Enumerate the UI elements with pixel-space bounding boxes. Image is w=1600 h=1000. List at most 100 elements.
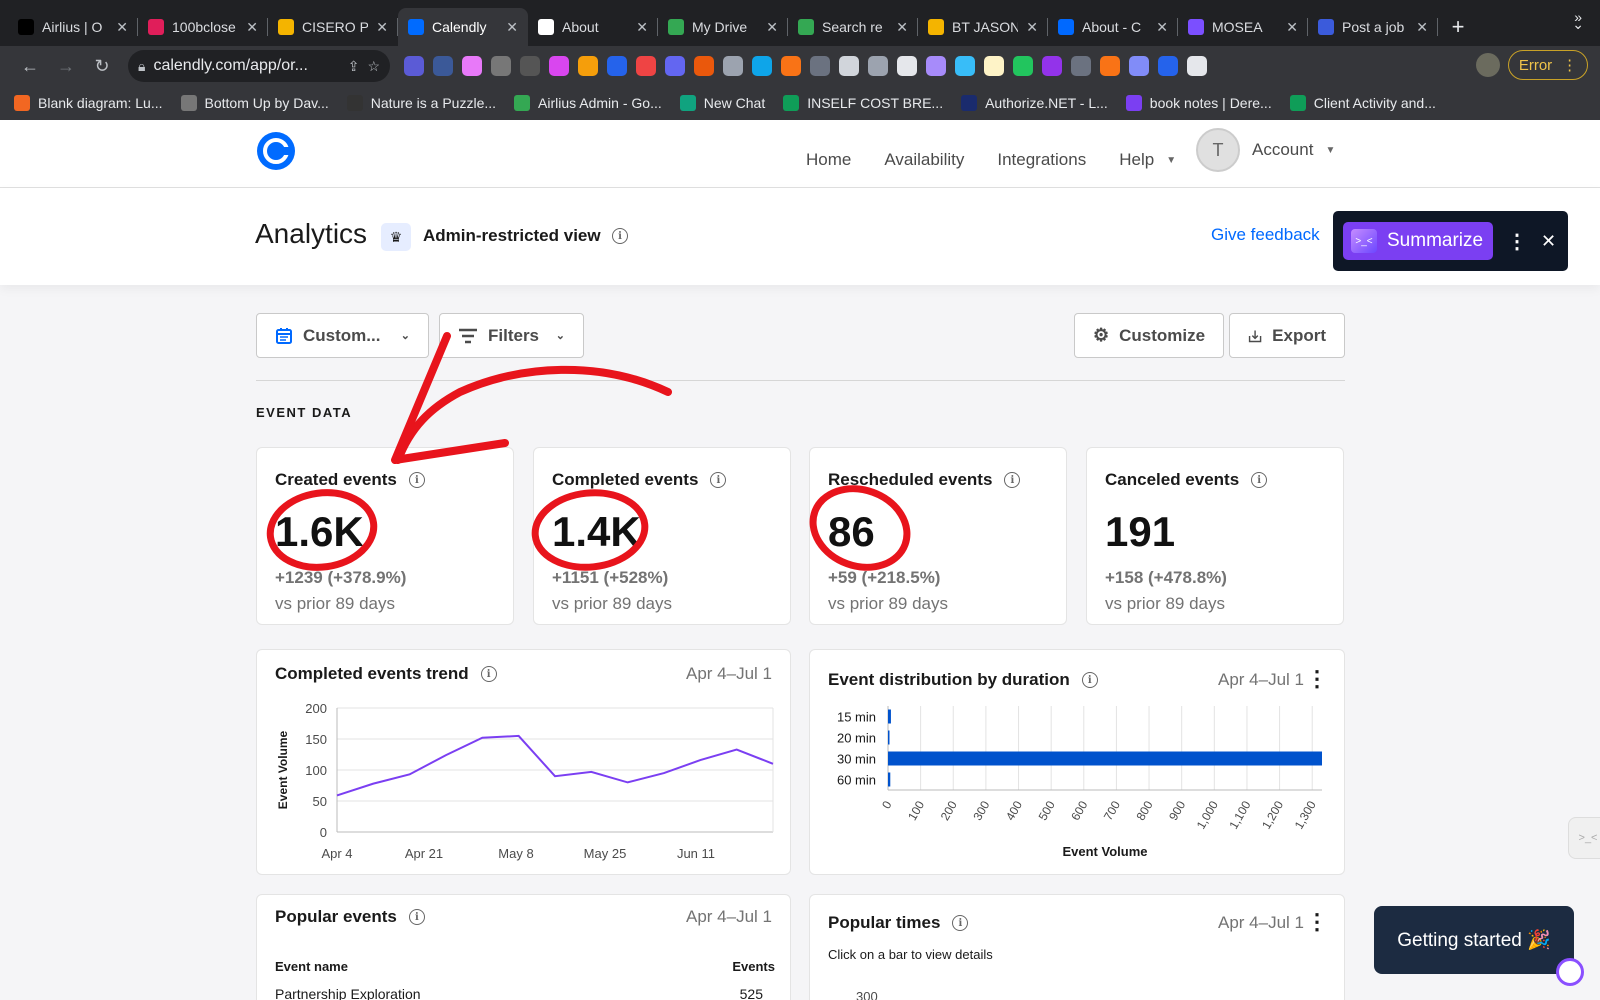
bar[interactable]	[888, 709, 891, 724]
extension-icon[interactable]	[1158, 56, 1178, 76]
reload-icon[interactable]: ↻	[84, 56, 120, 77]
nav-home[interactable]: Home	[806, 150, 851, 170]
filters-button[interactable]: Filters ⌄	[439, 313, 584, 358]
close-icon[interactable]: ✕	[636, 19, 648, 36]
close-icon[interactable]: ✕	[766, 19, 778, 36]
customize-button[interactable]: ⚙ Customize	[1074, 313, 1224, 358]
give-feedback-link[interactable]: Give feedback	[1211, 225, 1320, 245]
browser-tab[interactable]: About - C ✕	[1048, 8, 1178, 46]
extension-icon[interactable]	[1129, 56, 1149, 76]
close-icon[interactable]: ✕	[1026, 19, 1038, 36]
chat-bubble-icon[interactable]	[1556, 958, 1584, 986]
info-icon[interactable]: i	[408, 909, 425, 925]
close-icon[interactable]: ✕	[506, 19, 518, 36]
calendly-logo[interactable]	[255, 130, 297, 172]
extension-icon[interactable]	[897, 56, 917, 76]
profile-avatar[interactable]	[1476, 53, 1500, 77]
info-icon[interactable]: i	[1004, 472, 1021, 488]
info-icon[interactable]: i	[612, 228, 628, 244]
getting-started-button[interactable]: Getting started 🎉	[1374, 906, 1574, 974]
extension-icon[interactable]	[1013, 56, 1033, 76]
extension-icon[interactable]	[984, 56, 1004, 76]
bar[interactable]	[888, 772, 891, 787]
extension-icon[interactable]	[1100, 56, 1120, 76]
extension-icon[interactable]	[549, 56, 569, 76]
extension-icon[interactable]	[636, 56, 656, 76]
extension-icon[interactable]	[578, 56, 598, 76]
info-icon[interactable]: i	[710, 472, 727, 488]
bar[interactable]	[888, 751, 1322, 766]
kebab-icon[interactable]: ⋮	[1306, 911, 1328, 933]
browser-tab[interactable]: My Drive ✕	[658, 8, 788, 46]
table-row[interactable]: Partnership Exploration 525	[275, 986, 775, 1000]
avatar[interactable]: T	[1196, 128, 1240, 172]
close-icon[interactable]: ✕	[116, 19, 128, 36]
back-icon[interactable]: ←	[12, 56, 48, 77]
series-line[interactable]	[336, 734, 774, 797]
extension-icon[interactable]	[607, 56, 627, 76]
new-tab-icon[interactable]: +	[1438, 8, 1478, 46]
close-icon[interactable]: ✕	[896, 19, 908, 36]
close-icon[interactable]: ✕	[1416, 19, 1428, 36]
close-icon[interactable]: ✕	[1156, 19, 1168, 36]
extension-icon[interactable]	[926, 56, 946, 76]
extension-icon[interactable]	[810, 56, 830, 76]
extension-icon[interactable]	[433, 56, 453, 76]
extension-icon[interactable]	[781, 56, 801, 76]
date-range-button[interactable]: Custom... ⌄	[256, 313, 429, 358]
extension-icon[interactable]	[723, 56, 743, 76]
browser-tab[interactable]: Post a job ✕	[1308, 8, 1438, 46]
browser-tab[interactable]: Airlius | O ✕	[8, 8, 138, 46]
close-icon[interactable]: ✕	[1286, 19, 1298, 36]
account-menu[interactable]: Account ▼	[1252, 140, 1335, 160]
extension-icon[interactable]	[1042, 56, 1062, 76]
browser-tab[interactable]: About ✕	[528, 8, 658, 46]
bookmark-item[interactable]: book notes | Dere...	[1125, 95, 1272, 111]
close-icon[interactable]: ✕	[246, 19, 258, 36]
star-icon[interactable]: ☆	[367, 58, 380, 75]
extension-icon[interactable]	[520, 56, 540, 76]
nav-help[interactable]: Help ▼	[1119, 150, 1176, 170]
info-icon[interactable]: i	[952, 915, 969, 931]
bookmark-item[interactable]: Client Activity and...	[1289, 95, 1436, 111]
browser-tab[interactable]: Calendly ✕	[398, 8, 528, 46]
summarize-side-tab[interactable]: >_<	[1568, 817, 1600, 859]
info-icon[interactable]: i	[1251, 472, 1268, 488]
nav-integrations[interactable]: Integrations	[997, 150, 1086, 170]
forward-icon[interactable]: →	[48, 56, 84, 77]
browser-tab[interactable]: 100bclose ✕	[138, 8, 268, 46]
extension-icon[interactable]	[462, 56, 482, 76]
extension-icon[interactable]	[1187, 56, 1207, 76]
extension-icon[interactable]	[868, 56, 888, 76]
extension-icon[interactable]	[955, 56, 975, 76]
close-icon[interactable]: ✕	[376, 19, 388, 36]
bookmark-item[interactable]: Airlius Admin - Go...	[514, 95, 662, 111]
browser-tab[interactable]: BT JASON ✕	[918, 8, 1048, 46]
share-icon[interactable]: ⇪	[348, 58, 360, 75]
export-button[interactable]: Export	[1229, 313, 1345, 358]
close-icon[interactable]: ✕	[1541, 231, 1556, 252]
extension-icon[interactable]	[491, 56, 511, 76]
extension-icon[interactable]	[839, 56, 859, 76]
bookmark-item[interactable]: Blank diagram: Lu...	[14, 95, 163, 111]
error-button[interactable]: Error ⋮	[1508, 50, 1588, 80]
extension-icon[interactable]	[752, 56, 772, 76]
info-icon[interactable]: i	[408, 472, 425, 488]
bookmark-item[interactable]: Nature is a Puzzle...	[346, 95, 496, 111]
browser-tab[interactable]: CISERO P ✕	[268, 8, 398, 46]
address-bar[interactable]: 🔒︎ calendly.com/app/or... ⇪ ☆	[128, 50, 390, 82]
bookmark-item[interactable]: Bottom Up by Dav...	[180, 95, 329, 111]
bookmarks-more-icon[interactable]: »	[1574, 9, 1582, 25]
extension-icon[interactable]	[1071, 56, 1091, 76]
bookmark-item[interactable]: Authorize.NET - L...	[961, 95, 1108, 111]
browser-tab[interactable]: MOSEA ✕	[1178, 8, 1308, 46]
kebab-icon[interactable]: ⋮	[1507, 229, 1527, 254]
browser-tab[interactable]: Search re ✕	[788, 8, 918, 46]
extension-icon[interactable]	[404, 56, 424, 76]
summarize-button[interactable]: >_< Summarize	[1343, 222, 1493, 260]
extension-icon[interactable]	[694, 56, 714, 76]
bar[interactable]	[888, 730, 890, 745]
nav-availability[interactable]: Availability	[884, 150, 964, 170]
extension-icon[interactable]	[665, 56, 685, 76]
bookmark-item[interactable]: New Chat	[679, 95, 765, 111]
